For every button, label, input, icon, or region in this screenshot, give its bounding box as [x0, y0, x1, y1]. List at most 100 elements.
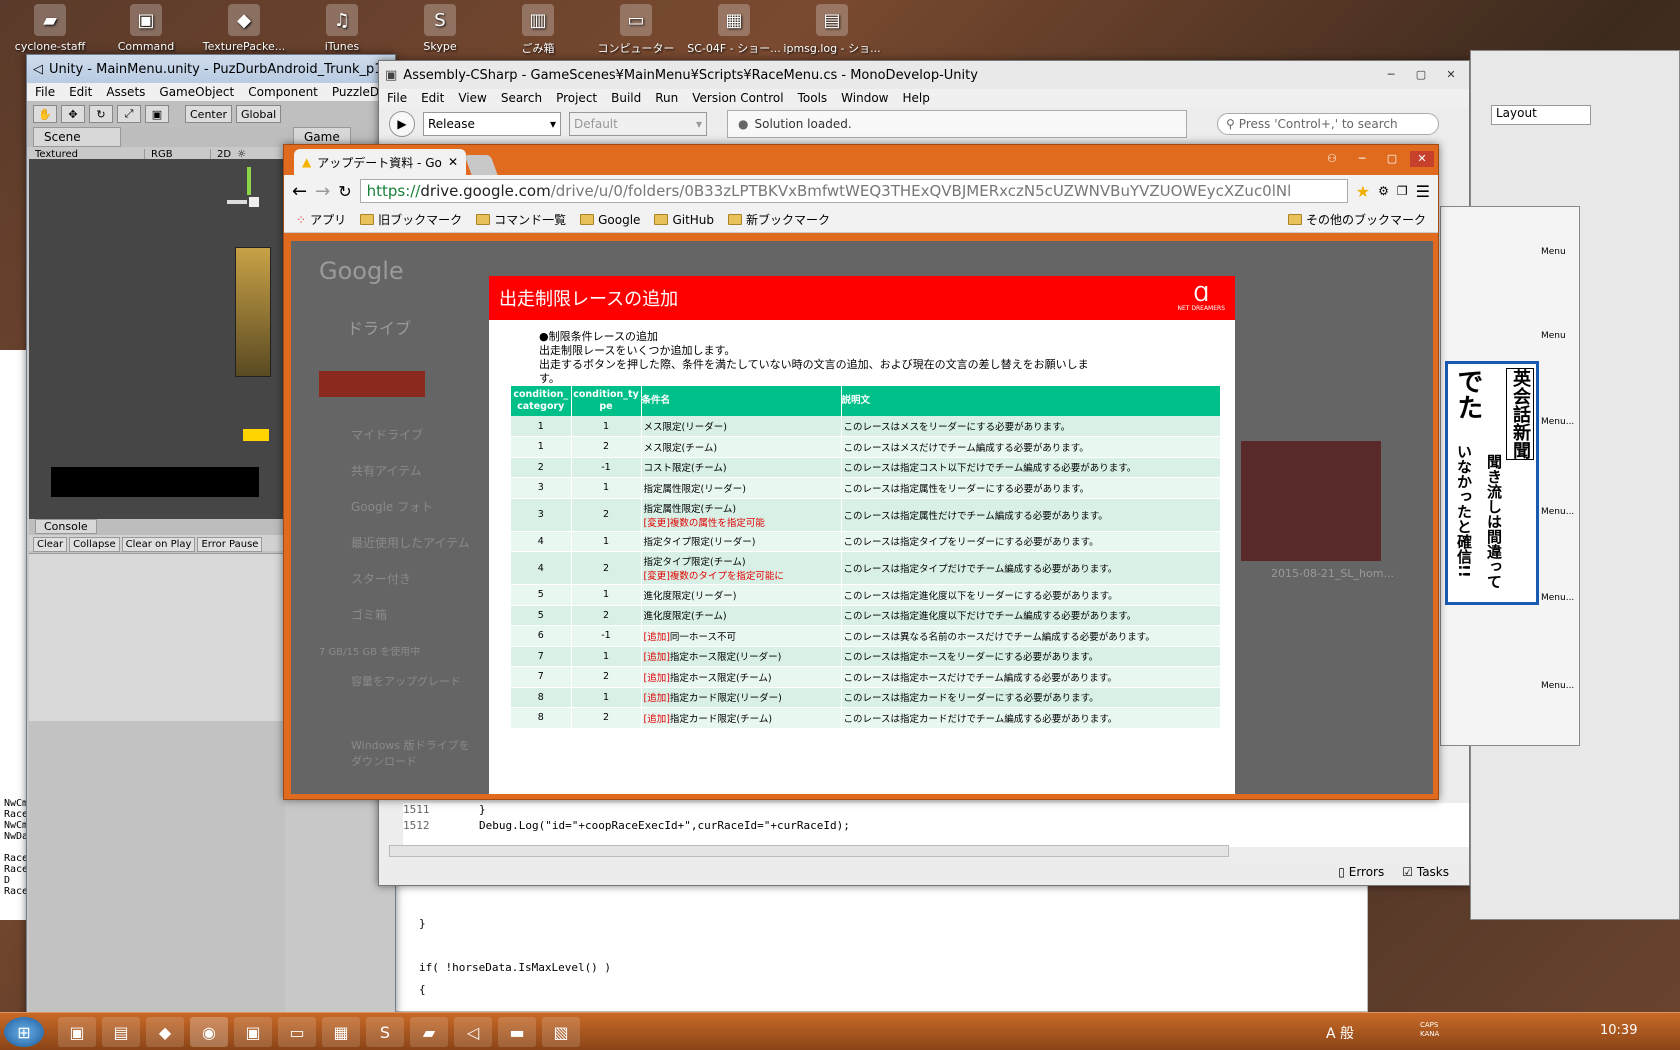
tab-scene[interactable]: Scene: [33, 127, 121, 147]
desktop-icon[interactable]: ▰ cyclone-staff: [0, 4, 100, 53]
bookmark-item[interactable]: コマンド一覧: [476, 211, 566, 228]
tab-console[interactable]: Console: [35, 519, 97, 534]
asset-menu-item[interactable]: Menu...: [1541, 681, 1574, 691]
taskbar-app-icon[interactable]: ▤: [102, 1017, 140, 1047]
console-button[interactable]: Error Pause: [197, 537, 263, 552]
menu-item[interactable]: Component: [248, 85, 318, 99]
profile-icon[interactable]: ⚇: [1320, 151, 1344, 167]
menu-item[interactable]: Build: [611, 91, 641, 105]
desktop-icon[interactable]: ▤ ipmsg.log - ショ...: [782, 4, 882, 56]
drive-nav-item[interactable]: Google フォト: [351, 489, 470, 525]
drive-nav-item[interactable]: マイドライブ: [351, 417, 470, 453]
taskbar-app-icon[interactable]: ▬: [498, 1017, 536, 1047]
errors-pad-button[interactable]: ▯ Errors: [1338, 865, 1384, 879]
file-name[interactable]: 2015-08-21_SL_hom...: [1271, 567, 1394, 580]
bookmark-item[interactable]: GitHub: [654, 213, 714, 227]
taskbar-app-icon[interactable]: ▦: [322, 1017, 360, 1047]
mono-titlebar[interactable]: ▣ Assembly-CSharp - GameScenes¥MainMenu¥…: [379, 61, 1469, 89]
scene-gizmo[interactable]: [227, 167, 277, 227]
pivot-global-button[interactable]: Global: [236, 105, 282, 123]
file-thumbnail[interactable]: [1241, 441, 1381, 561]
menu-item[interactable]: GameObject: [159, 85, 234, 99]
menu-item[interactable]: File: [35, 85, 55, 99]
taskbar-app-icon[interactable]: ▭: [278, 1017, 316, 1047]
desktop-icon[interactable]: S Skype: [390, 4, 490, 53]
back-icon[interactable]: ←: [292, 181, 307, 202]
asset-menu-item[interactable]: Menu...: [1541, 417, 1574, 427]
menu-item[interactable]: Run: [655, 91, 678, 105]
desktop-icon[interactable]: ▦ SC-04F - ショー...: [684, 4, 784, 56]
desktop-icon[interactable]: ▣ Command: [96, 4, 196, 53]
platform-select[interactable]: Default ▾: [569, 112, 707, 136]
skype-taskbar-icon[interactable]: S: [366, 1017, 404, 1047]
desktop-icon[interactable]: ◆ TexturePacke...: [194, 4, 294, 53]
minimize-button[interactable]: ─: [1350, 151, 1374, 167]
menu-item[interactable]: Assets: [106, 85, 145, 99]
extension-icon[interactable]: ⚙: [1378, 184, 1389, 198]
layout-dropdown[interactable]: Layout: [1491, 105, 1591, 125]
taskbar-app-icon[interactable]: ◆: [146, 1017, 184, 1047]
menu-item[interactable]: Edit: [69, 85, 92, 99]
extension2-icon[interactable]: ❐: [1397, 184, 1408, 198]
menu-item[interactable]: Edit: [421, 91, 444, 105]
bookmark-item[interactable]: 旧ブックマーク: [360, 211, 462, 228]
reload-icon[interactable]: ↻: [338, 182, 351, 201]
configuration-select[interactable]: Release ▾: [423, 112, 561, 136]
start-button[interactable]: ⊞: [4, 1017, 44, 1047]
star-icon[interactable]: ★: [1356, 182, 1370, 201]
taskbar-app-icon[interactable]: ▧: [542, 1017, 580, 1047]
color-mode-select[interactable]: RGB: [151, 148, 211, 160]
scale-tool-icon[interactable]: ⤢: [117, 105, 141, 123]
chrome-window[interactable]: ▲ アップデート資料 - Goog ✕ ⚇ ─ ▢ ✕ ← → ↻ https:…: [283, 144, 1439, 800]
chrome-tab-active[interactable]: ▲ アップデート資料 - Goog ✕: [294, 149, 466, 175]
unity-taskbar-icon[interactable]: ◁: [454, 1017, 492, 1047]
menu-item[interactable]: Tools: [798, 91, 828, 105]
menu-item[interactable]: Window: [841, 91, 888, 105]
taskbar-app-icon[interactable]: ▣: [58, 1017, 96, 1047]
tab-close-icon[interactable]: ✕: [448, 155, 458, 169]
maximize-button[interactable]: ▢: [1380, 151, 1404, 167]
drive-nav-item[interactable]: ゴミ箱: [351, 597, 470, 633]
new-button[interactable]: [319, 371, 425, 397]
render-mode-select[interactable]: Textured: [35, 148, 145, 160]
drive-nav-item[interactable]: 最近使用したアイテム: [351, 525, 470, 561]
chrome-taskbar-icon[interactable]: ◉: [190, 1017, 228, 1047]
maximize-button[interactable]: ▢: [1409, 67, 1433, 83]
menu-item[interactable]: Help: [902, 91, 929, 105]
scene-view[interactable]: [29, 159, 285, 519]
ime-indicator[interactable]: A 般: [1326, 1023, 1354, 1043]
drive-nav-item[interactable]: スター付き: [351, 561, 470, 597]
tasks-pad-button[interactable]: ☑ Tasks: [1402, 865, 1449, 879]
console-button[interactable]: Clear on Play: [121, 537, 196, 552]
bookmark-item[interactable]: 新ブックマーク: [728, 211, 830, 228]
other-bookmarks[interactable]: その他のブックマーク: [1287, 211, 1426, 228]
scene-object[interactable]: [235, 247, 271, 377]
move-tool-icon[interactable]: ✥: [61, 105, 85, 123]
desktop-icon[interactable]: ▥ ごみ箱: [488, 4, 588, 56]
forward-icon[interactable]: →: [315, 181, 330, 202]
asset-menu-item[interactable]: Menu: [1541, 331, 1566, 341]
console-button[interactable]: Clear: [33, 537, 68, 552]
bookmark-item[interactable]: Google: [580, 213, 640, 227]
close-button[interactable]: ✕: [1410, 151, 1434, 167]
pivot-center-button[interactable]: Center: [185, 105, 233, 123]
asset-menu-item[interactable]: Menu...: [1541, 593, 1574, 603]
explorer-taskbar-icon[interactable]: ▰: [410, 1017, 448, 1047]
mono-code-area[interactable]: 1511} 1512 Debug.Log("id="+coopRaceExecId+…: [403, 803, 1469, 847]
asset-menu-item[interactable]: Menu: [1541, 247, 1566, 257]
drive-nav-item[interactable]: 共有アイテム: [351, 453, 470, 489]
close-button[interactable]: ✕: [1439, 67, 1463, 83]
menu-item[interactable]: Search: [501, 91, 542, 105]
upgrade-link[interactable]: 容量をアップグレード: [351, 673, 471, 689]
search-input[interactable]: ⚲ Press 'Control+,' to search: [1217, 113, 1439, 135]
rotate-tool-icon[interactable]: ↻: [89, 105, 113, 123]
new-tab-button[interactable]: [464, 155, 498, 175]
minimize-button[interactable]: ─: [1379, 67, 1403, 83]
bookmark-item[interactable]: ⁘ アプリ: [296, 211, 346, 228]
menu-icon[interactable]: ☰: [1416, 182, 1430, 201]
unity-titlebar[interactable]: ◁ Unity - MainMenu.unity - PuzDurbAndroi…: [27, 55, 395, 83]
desktop-icon[interactable]: ♫ iTunes: [292, 4, 392, 53]
drive-page[interactable]: Google ドライブ マイドライブ 共有アイテム Google フォト 最近使用した…: [291, 241, 1433, 794]
light-icon[interactable]: ☼: [237, 149, 246, 160]
download-link[interactable]: Windows 版ドライブをダウンロード: [351, 737, 471, 769]
